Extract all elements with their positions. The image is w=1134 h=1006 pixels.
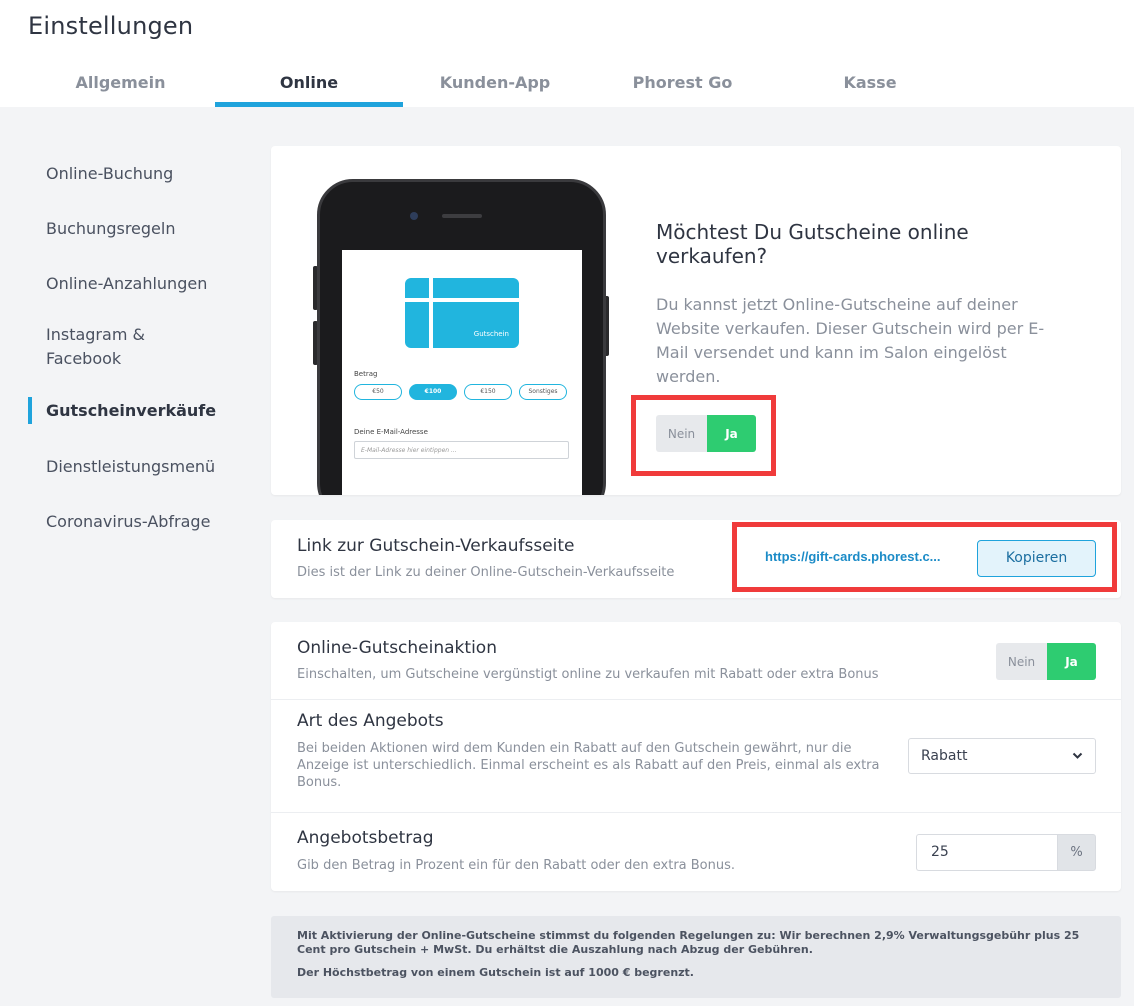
tab-kasse[interactable]: Kasse — [790, 73, 950, 92]
speaker-icon — [442, 214, 482, 218]
offer-type-select[interactable]: Rabatt — [908, 738, 1096, 774]
offer-type-description: Bei beiden Aktionen wird dem Kunden ein … — [297, 741, 880, 790]
sidebar-item-gutscheinverkaeufe[interactable]: Gutscheinverkäufe — [46, 399, 216, 423]
phone-screen: Gutschein Betrag €50 €100 €150 Sonstiges… — [342, 250, 582, 495]
page-title: Einstellungen — [28, 12, 194, 40]
offer-amount-input[interactable]: 25 — [916, 834, 1057, 871]
highlight-box — [631, 395, 776, 476]
email-label: Deine E-Mail-Adresse — [354, 428, 428, 436]
divider — [271, 812, 1121, 813]
promo-title: Möchtest Du Gutscheine online verkaufen? — [656, 220, 969, 268]
percent-addon: % — [1057, 834, 1096, 871]
sidebar-item-dienstleistungsmenue[interactable]: Dienstleistungsmenü — [46, 455, 215, 479]
active-sidebar-indicator — [28, 397, 32, 424]
link-description: Dies ist der Link zu deiner Online-Gutsc… — [297, 565, 675, 580]
gift-card-label: Gutschein — [473, 330, 509, 338]
sidebar-item-online-buchung[interactable]: Online-Buchung — [46, 162, 173, 186]
promotion-title: Online-Gutscheinaktion — [297, 638, 497, 658]
promotion-description: Einschalten, um Gutscheine vergünstigt o… — [297, 667, 879, 682]
sidebar-item-online-anzahlungen[interactable]: Online-Anzahlungen — [46, 272, 207, 296]
link-title: Link zur Gutschein-Verkaufsseite — [297, 536, 575, 556]
offer-amount-title: Angebotsbetrag — [297, 828, 434, 848]
offer-amount-description: Gib den Betrag in Prozent ein für den Ra… — [297, 858, 736, 873]
amount-option-selected: €100 — [409, 384, 457, 400]
toggle-on-option[interactable]: Ja — [1047, 643, 1096, 680]
terms-notice: Mit Aktivierung der Online-Gutscheine st… — [271, 916, 1121, 998]
sidebar-item-buchungsregeln[interactable]: Buchungsregeln — [46, 217, 175, 241]
offer-type-title: Art des Angebots — [297, 711, 444, 731]
gift-card-icon: Gutschein — [405, 278, 519, 348]
email-input-illustration: E-Mail-Adresse hier eintippen ... — [354, 441, 569, 459]
chevron-down-icon — [1072, 739, 1083, 786]
highlight-box — [732, 522, 1117, 592]
offer-type-value: Rabatt — [921, 748, 968, 764]
amount-option: €150 — [464, 384, 512, 400]
tab-online[interactable]: Online — [215, 73, 403, 92]
promotion-toggle[interactable]: Nein Ja — [996, 643, 1096, 680]
camera-icon — [410, 212, 418, 220]
sidebar-item-coronavirus-abfrage[interactable]: Coronavirus-Abfrage — [46, 510, 210, 534]
sidebar-item-instagram-facebook[interactable]: Instagram & Facebook — [46, 323, 145, 371]
terms-fees: Mit Aktivierung der Online-Gutscheine st… — [297, 929, 1080, 956]
promo-description: Du kannst jetzt Online-Gutscheine auf de… — [656, 295, 1045, 386]
phone-illustration: Gutschein Betrag €50 €100 €150 Sonstiges… — [317, 179, 606, 495]
divider — [271, 699, 1121, 700]
page-header: Einstellungen Allgemein Online Kunden-Ap… — [0, 0, 1134, 107]
tab-phorest-go[interactable]: Phorest Go — [605, 73, 760, 92]
terms-limit: Der Höchstbetrag von einem Gutschein ist… — [297, 966, 694, 979]
toggle-off-option[interactable]: Nein — [996, 643, 1047, 680]
amount-option: €50 — [354, 384, 402, 400]
amount-label: Betrag — [354, 370, 378, 378]
tab-allgemein[interactable]: Allgemein — [48, 73, 193, 92]
amount-option: Sonstiges — [519, 384, 567, 400]
active-tab-indicator — [215, 102, 403, 107]
tab-kunden-app[interactable]: Kunden-App — [420, 73, 570, 92]
